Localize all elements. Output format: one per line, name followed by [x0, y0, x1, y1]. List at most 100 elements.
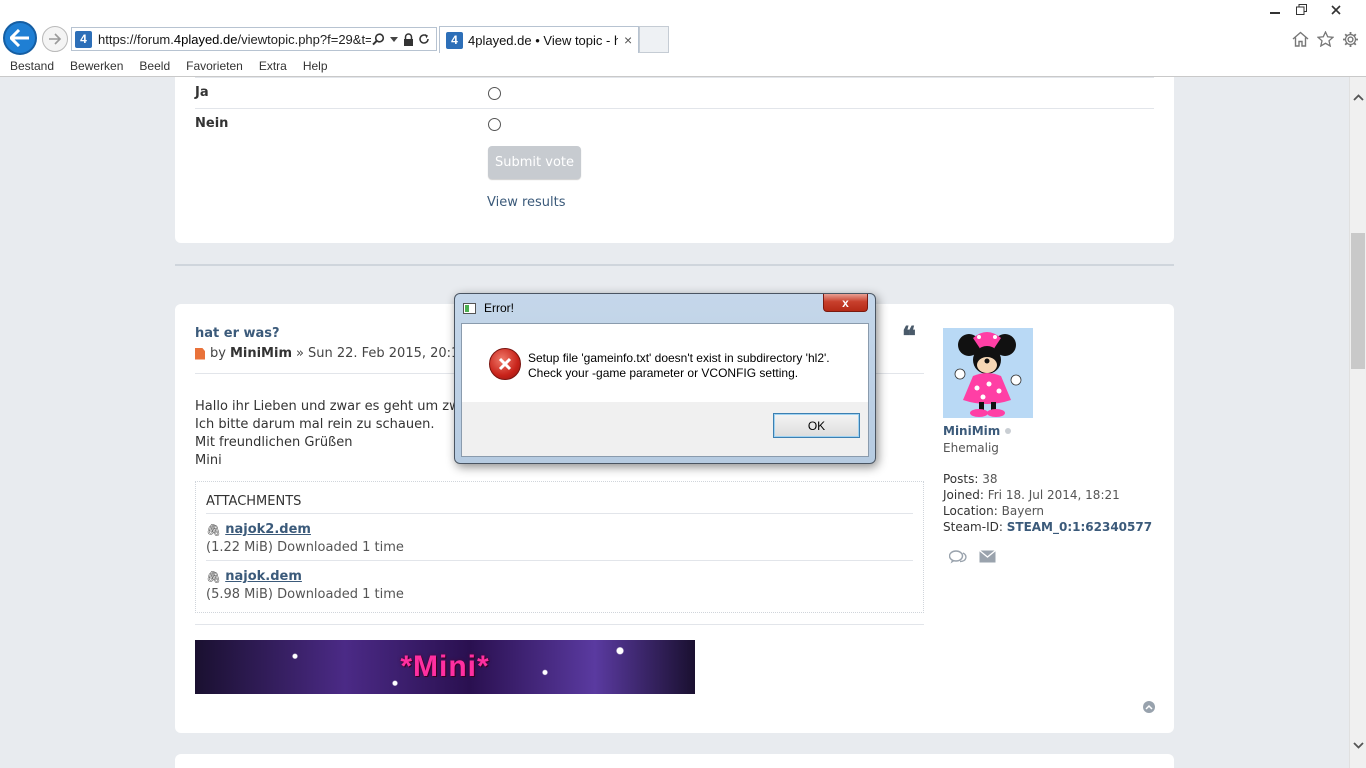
profile-posts-value[interactable]: 38: [982, 472, 997, 486]
profile-posts: Posts: 38: [943, 471, 1163, 487]
avatar[interactable]: [943, 328, 1033, 418]
search-icon[interactable]: [371, 31, 386, 47]
forward-button[interactable]: [42, 26, 68, 52]
poll-option-label: Ja: [195, 85, 209, 100]
profile-joined: Joined: Fri 18. Jul 2014, 18:21: [943, 487, 1163, 503]
chevron-down-icon: [1352, 741, 1364, 749]
tab-close-button[interactable]: ×: [624, 32, 632, 48]
dialog-close-button[interactable]: x: [823, 294, 868, 312]
restore-icon: [1295, 4, 1307, 15]
profile-rank: Ehemalig: [943, 441, 999, 455]
dialog-title: Error!: [484, 301, 514, 315]
attachment-link[interactable]: najok.dem: [225, 569, 302, 584]
dialog-message-line: Setup file 'gameinfo.txt' doesn't exist …: [528, 351, 830, 365]
profile-location-value: Bayern: [1001, 504, 1045, 518]
attachment-item: 🖇 najok.dem: [206, 569, 302, 584]
tab-title: 4played.de • View topic - h...: [468, 32, 618, 48]
attachments-title: ATTACHMENTS: [206, 494, 302, 509]
scrollbar-thumb[interactable]: [1351, 233, 1365, 369]
profile-posts-label: Posts:: [943, 472, 979, 486]
profile-joined-label: Joined:: [943, 488, 984, 502]
poll-option-label: Nein: [195, 116, 229, 131]
attachments-rule: [206, 560, 913, 561]
envelope-icon[interactable]: [979, 550, 996, 563]
new-tab-button[interactable]: [639, 26, 669, 53]
author-profile: MiniMim Ehemalig Posts: 38 Joined: Fri 1…: [943, 328, 1163, 564]
menu-favorieten[interactable]: Favorieten: [186, 59, 243, 73]
post-body: Hallo ihr Lieben und zwar es geht um zwe…: [195, 398, 471, 470]
profile-joined-value: Fri 18. Jul 2014, 18:21: [987, 488, 1120, 502]
back-to-top-button[interactable]: [1143, 701, 1155, 713]
refresh-icon[interactable]: [416, 31, 431, 47]
home-button[interactable]: [1290, 29, 1310, 49]
star-icon: [1316, 31, 1334, 47]
dropdown-arrow-icon[interactable]: [386, 31, 401, 47]
back-button[interactable]: [3, 21, 37, 55]
chat-bubble-icon[interactable]: [949, 550, 967, 564]
window-minimize-button[interactable]: [1262, 0, 1288, 19]
post-body-line: Mini: [195, 453, 222, 468]
profile-steam: Steam-ID: STEAM_0:1:62340577: [943, 519, 1163, 535]
ok-button[interactable]: OK: [773, 413, 860, 438]
post-body-line: Mit freundlichen Grüßen: [195, 435, 353, 450]
post-title[interactable]: hat er was?: [195, 326, 280, 341]
menu-bewerken[interactable]: Bewerken: [70, 59, 123, 73]
online-status-dot: [1005, 428, 1012, 434]
error-dialog: Error! x Setup file 'gameinfo.txt' doesn…: [454, 293, 876, 464]
dialog-message-line: Check your -game parameter or VCONFIG se…: [528, 366, 799, 380]
submit-vote-button[interactable]: Submit vote: [488, 146, 581, 179]
profile-steam-value[interactable]: STEAM_0:1:62340577: [1007, 520, 1152, 534]
profile-name: MiniMim: [943, 424, 1163, 438]
lock-icon[interactable]: [401, 31, 416, 47]
section-divider: [175, 264, 1174, 266]
favorites-button[interactable]: [1315, 29, 1335, 49]
scroll-down-button[interactable]: [1350, 737, 1366, 753]
attachment-info: (5.98 MiB) Downloaded 1 time: [206, 587, 404, 602]
chevron-up-icon: [1352, 93, 1364, 101]
menu-bestand[interactable]: Bestand: [10, 59, 54, 73]
error-icon: [489, 348, 521, 380]
window-restore-button[interactable]: [1288, 0, 1314, 19]
menu-beeld[interactable]: Beeld: [139, 59, 170, 73]
site-favicon: 4: [75, 30, 92, 48]
view-results-link[interactable]: View results: [487, 195, 566, 210]
browser-chrome: 4 https://forum.4played.de/viewtopic.php…: [0, 0, 1366, 77]
poll-option-radio-ja[interactable]: [488, 87, 501, 100]
dialog-message: Setup file 'gameinfo.txt' doesn't exist …: [528, 351, 830, 381]
dialog-body: Setup file 'gameinfo.txt' doesn't exist …: [461, 323, 869, 457]
profile-steam-label: Steam-ID:: [943, 520, 1003, 534]
paperclip-icon: 🖇: [206, 569, 222, 584]
attachment-link[interactable]: najok2.dem: [225, 522, 311, 537]
menu-help[interactable]: Help: [303, 59, 328, 73]
poll-option-radio-nein[interactable]: [488, 118, 501, 131]
minimize-icon: [1270, 11, 1280, 14]
app-window-icon: [463, 303, 476, 314]
attachment-info: (1.22 MiB) Downloaded 1 time: [206, 540, 404, 555]
home-icon: [1292, 31, 1308, 47]
signature-text: *Mini*: [400, 650, 490, 683]
menu-extra[interactable]: Extra: [259, 59, 287, 73]
address-url[interactable]: https://forum.4played.de/viewtopic.php?f…: [98, 32, 371, 47]
arrow-right-icon: [49, 33, 62, 45]
chevron-up-icon: [1145, 704, 1153, 710]
quote-icon[interactable]: ❝: [902, 324, 916, 350]
menu-bar: Bestand Bewerken Beeld Favorieten Extra …: [0, 56, 344, 76]
scroll-up-button[interactable]: [1350, 89, 1366, 105]
attachments-box: ATTACHMENTS 🖇 najok2.dem (1.22 MiB) Down…: [195, 481, 924, 613]
address-bar[interactable]: 4 https://forum.4played.de/viewtopic.php…: [71, 27, 437, 51]
profile-location: Location: Bayern: [943, 503, 1163, 519]
dialog-titlebar[interactable]: Error! x: [455, 294, 875, 320]
attachment-item: 🖇 najok2.dem: [206, 522, 311, 537]
window-close-button[interactable]: [1314, 0, 1358, 19]
paperclip-icon: 🖇: [206, 522, 222, 537]
post-author-link[interactable]: MiniMim: [230, 346, 292, 361]
tab-favicon: 4: [446, 31, 463, 49]
signature-rule: [195, 624, 924, 625]
next-post-panel: [175, 754, 1174, 768]
profile-name-link[interactable]: MiniMim: [943, 424, 1000, 438]
post-file-icon[interactable]: [195, 347, 205, 360]
vertical-scrollbar[interactable]: [1349, 77, 1366, 768]
settings-button[interactable]: [1340, 29, 1360, 49]
poll-panel: Ja Nein Submit vote View results: [175, 77, 1174, 243]
browser-tab-active[interactable]: 4 4played.de • View topic - h... ×: [439, 26, 639, 53]
